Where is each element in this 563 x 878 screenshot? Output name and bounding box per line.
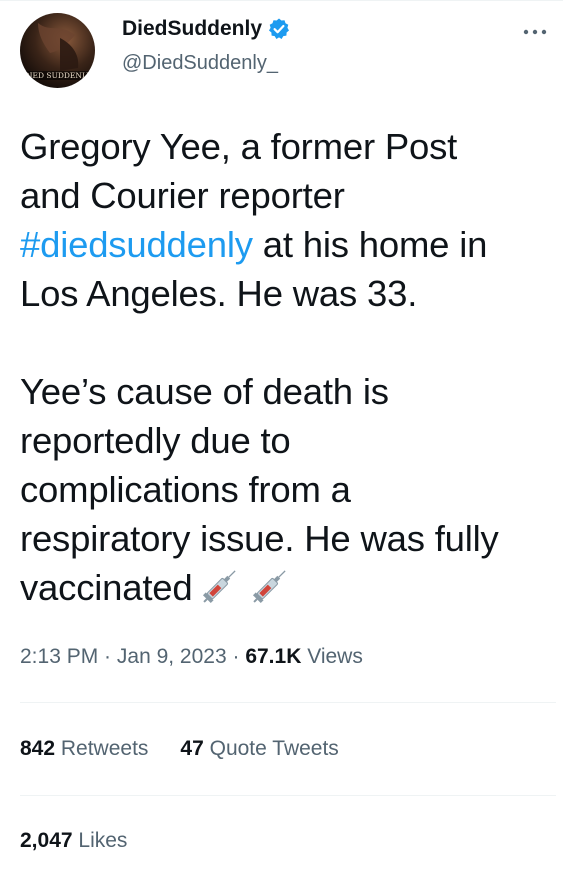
engagement-stats: 842 Retweets 47 Quote Tweets	[20, 737, 371, 761]
more-options-icon[interactable]	[520, 20, 550, 44]
tweet-line-text: vaccinated	[20, 567, 193, 608]
avatar-text: DIED SUDDENLY	[24, 71, 93, 80]
tweet-line: Los Angeles. He was 33.	[20, 273, 418, 314]
tweet-line: and Courier reporter	[20, 175, 345, 216]
views-count: 67.1K	[245, 645, 302, 668]
divider	[20, 702, 556, 703]
retweets-label: Retweets	[55, 737, 149, 760]
verified-badge-icon	[267, 17, 291, 41]
top-divider	[0, 0, 563, 1]
likes-label: Likes	[72, 829, 128, 852]
avatar[interactable]: DIED SUDDENLY	[20, 13, 95, 88]
likes-count: 2,047	[20, 829, 73, 852]
tweet-text: Gregory Yee, a former Post and Courier r…	[20, 122, 560, 612]
meta-separator: ·	[226, 645, 246, 668]
likes-stat[interactable]: 2,047 Likes	[20, 829, 127, 853]
tweet-line-text: at his home in	[252, 224, 488, 265]
tweet-line: #diedsuddenly at his home in	[20, 220, 560, 269]
display-name[interactable]: DiedSuddenly	[122, 17, 262, 41]
retweets-count: 842	[20, 737, 56, 760]
tweet-meta: 2:13 PM · Jan 9, 2023 · 67.1K Views	[20, 645, 363, 669]
tweet-line: Yee’s cause of death is	[20, 371, 389, 412]
tweet-date[interactable]: Jan 9, 2023	[117, 645, 227, 668]
quote-tweets-stat[interactable]: 47 Quote Tweets	[180, 737, 338, 761]
tweet-time[interactable]: 2:13 PM	[20, 645, 98, 668]
author-name-row: DiedSuddenly	[122, 17, 291, 41]
meta-separator: ·	[98, 645, 117, 668]
retweets-stat[interactable]: 842 Retweets	[20, 737, 148, 761]
avatar-image: DIED SUDDENLY	[24, 23, 93, 80]
tweet-line: complications from a	[20, 469, 351, 510]
quote-tweets-label: Quote Tweets	[203, 737, 339, 760]
tweet-line: reportedly due to	[20, 420, 291, 461]
syringe-icon	[249, 564, 293, 606]
divider	[20, 795, 556, 796]
hashtag-link[interactable]: #diedsuddenly	[20, 224, 253, 265]
quote-tweets-count: 47	[180, 737, 204, 760]
tweet-line: vaccinated	[20, 563, 560, 612]
tweet-line: respiratory issue. He was fully	[20, 518, 499, 559]
views-label: Views	[301, 645, 363, 668]
tweet-line: Gregory Yee, a former Post	[20, 126, 458, 167]
author-handle[interactable]: @DiedSuddenly_	[122, 52, 278, 75]
syringe-icon	[199, 564, 243, 606]
